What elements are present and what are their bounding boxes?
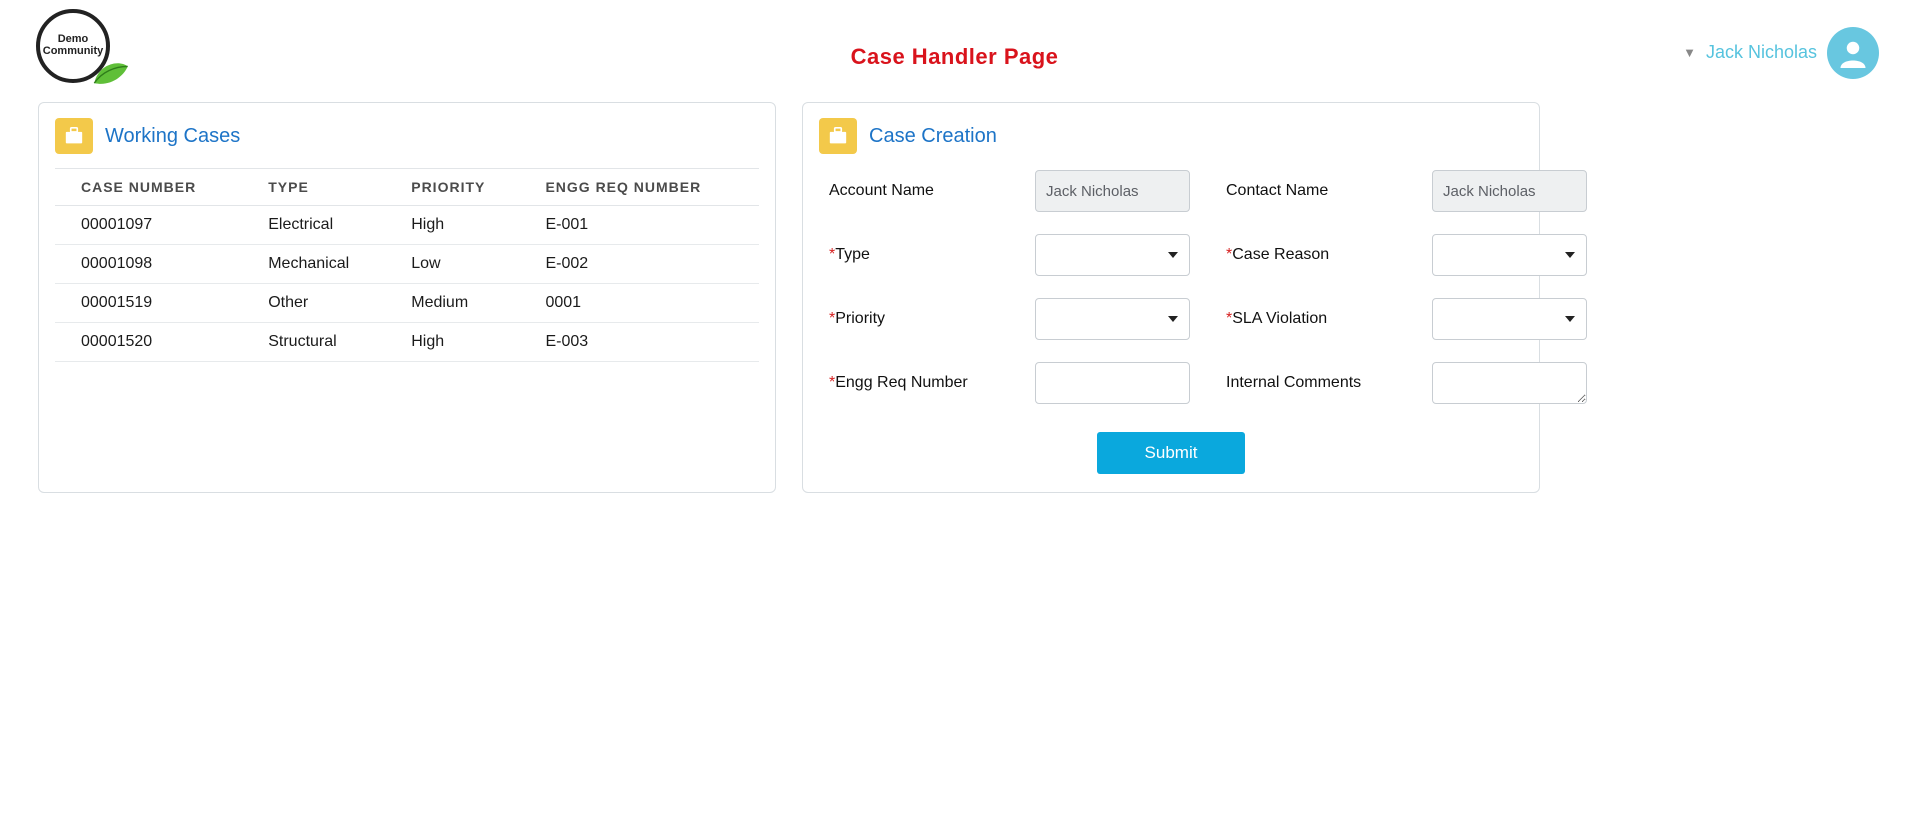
label-contact-name: Contact Name xyxy=(1226,182,1396,200)
col-priority: PRIORITY xyxy=(385,169,519,206)
briefcase-icon xyxy=(819,118,857,154)
col-case-number: CASE NUMBER xyxy=(55,169,242,206)
leaf-icon xyxy=(92,59,130,85)
cell-type: Mechanical xyxy=(242,245,385,284)
case-creation-title: Case Creation xyxy=(869,125,997,148)
page-title: Case Handler Page xyxy=(851,44,1059,70)
contact-name-field xyxy=(1432,170,1587,212)
col-type: TYPE xyxy=(242,169,385,206)
cell-priority: Medium xyxy=(385,284,519,323)
type-select[interactable] xyxy=(1035,234,1190,276)
col-engg-req: ENGG REQ NUMBER xyxy=(519,169,759,206)
chevron-down-icon[interactable]: ▼ xyxy=(1683,45,1696,60)
working-cases-card: Working Cases CASE NUMBER TYPE PRIORITY … xyxy=(38,102,776,493)
working-cases-table: CASE NUMBER TYPE PRIORITY ENGG REQ NUMBE… xyxy=(55,168,759,362)
label-priority: Priority xyxy=(835,310,885,327)
label-internal-comments: Internal Comments xyxy=(1226,374,1396,392)
cell-priority: High xyxy=(385,323,519,362)
account-name-field xyxy=(1035,170,1190,212)
cell-engg: 0001 xyxy=(519,284,759,323)
sla-violation-select[interactable] xyxy=(1432,298,1587,340)
cell-type: Electrical xyxy=(242,206,385,245)
cell-type: Other xyxy=(242,284,385,323)
label-type: Type xyxy=(835,246,870,263)
user-icon xyxy=(1838,38,1868,68)
cell-type: Structural xyxy=(242,323,385,362)
label-sla-violation: SLA Violation xyxy=(1232,310,1327,327)
cell-case-number: 00001097 xyxy=(55,206,242,245)
logo: Demo Community xyxy=(30,9,130,87)
case-creation-card: Case Creation Account Name Contact Name … xyxy=(802,102,1540,493)
label-case-reason: Case Reason xyxy=(1232,246,1329,263)
case-reason-select[interactable] xyxy=(1432,234,1587,276)
cell-priority: High xyxy=(385,206,519,245)
priority-select[interactable] xyxy=(1035,298,1190,340)
label-account-name: Account Name xyxy=(829,182,999,200)
table-row[interactable]: 00001519 Other Medium 0001 xyxy=(55,284,759,323)
briefcase-icon xyxy=(55,118,93,154)
logo-text-bottom: Community xyxy=(43,45,104,57)
cell-priority: Low xyxy=(385,245,519,284)
label-engg-req: Engg Req Number xyxy=(835,374,968,391)
cell-engg: E-002 xyxy=(519,245,759,284)
internal-comments-field[interactable] xyxy=(1432,362,1587,404)
logo-text-top: Demo xyxy=(58,33,89,45)
submit-button[interactable]: Submit xyxy=(1097,432,1246,474)
table-row[interactable]: 00001520 Structural High E-003 xyxy=(55,323,759,362)
user-name-link[interactable]: Jack Nicholas xyxy=(1706,42,1817,63)
cell-case-number: 00001520 xyxy=(55,323,242,362)
cell-case-number: 00001098 xyxy=(55,245,242,284)
engg-req-number-field[interactable] xyxy=(1035,362,1190,404)
cell-engg: E-003 xyxy=(519,323,759,362)
cell-case-number: 00001519 xyxy=(55,284,242,323)
table-row[interactable]: 00001097 Electrical High E-001 xyxy=(55,206,759,245)
working-cases-title: Working Cases xyxy=(105,125,240,148)
avatar[interactable] xyxy=(1827,27,1879,79)
table-row[interactable]: 00001098 Mechanical Low E-002 xyxy=(55,245,759,284)
cell-engg: E-001 xyxy=(519,206,759,245)
